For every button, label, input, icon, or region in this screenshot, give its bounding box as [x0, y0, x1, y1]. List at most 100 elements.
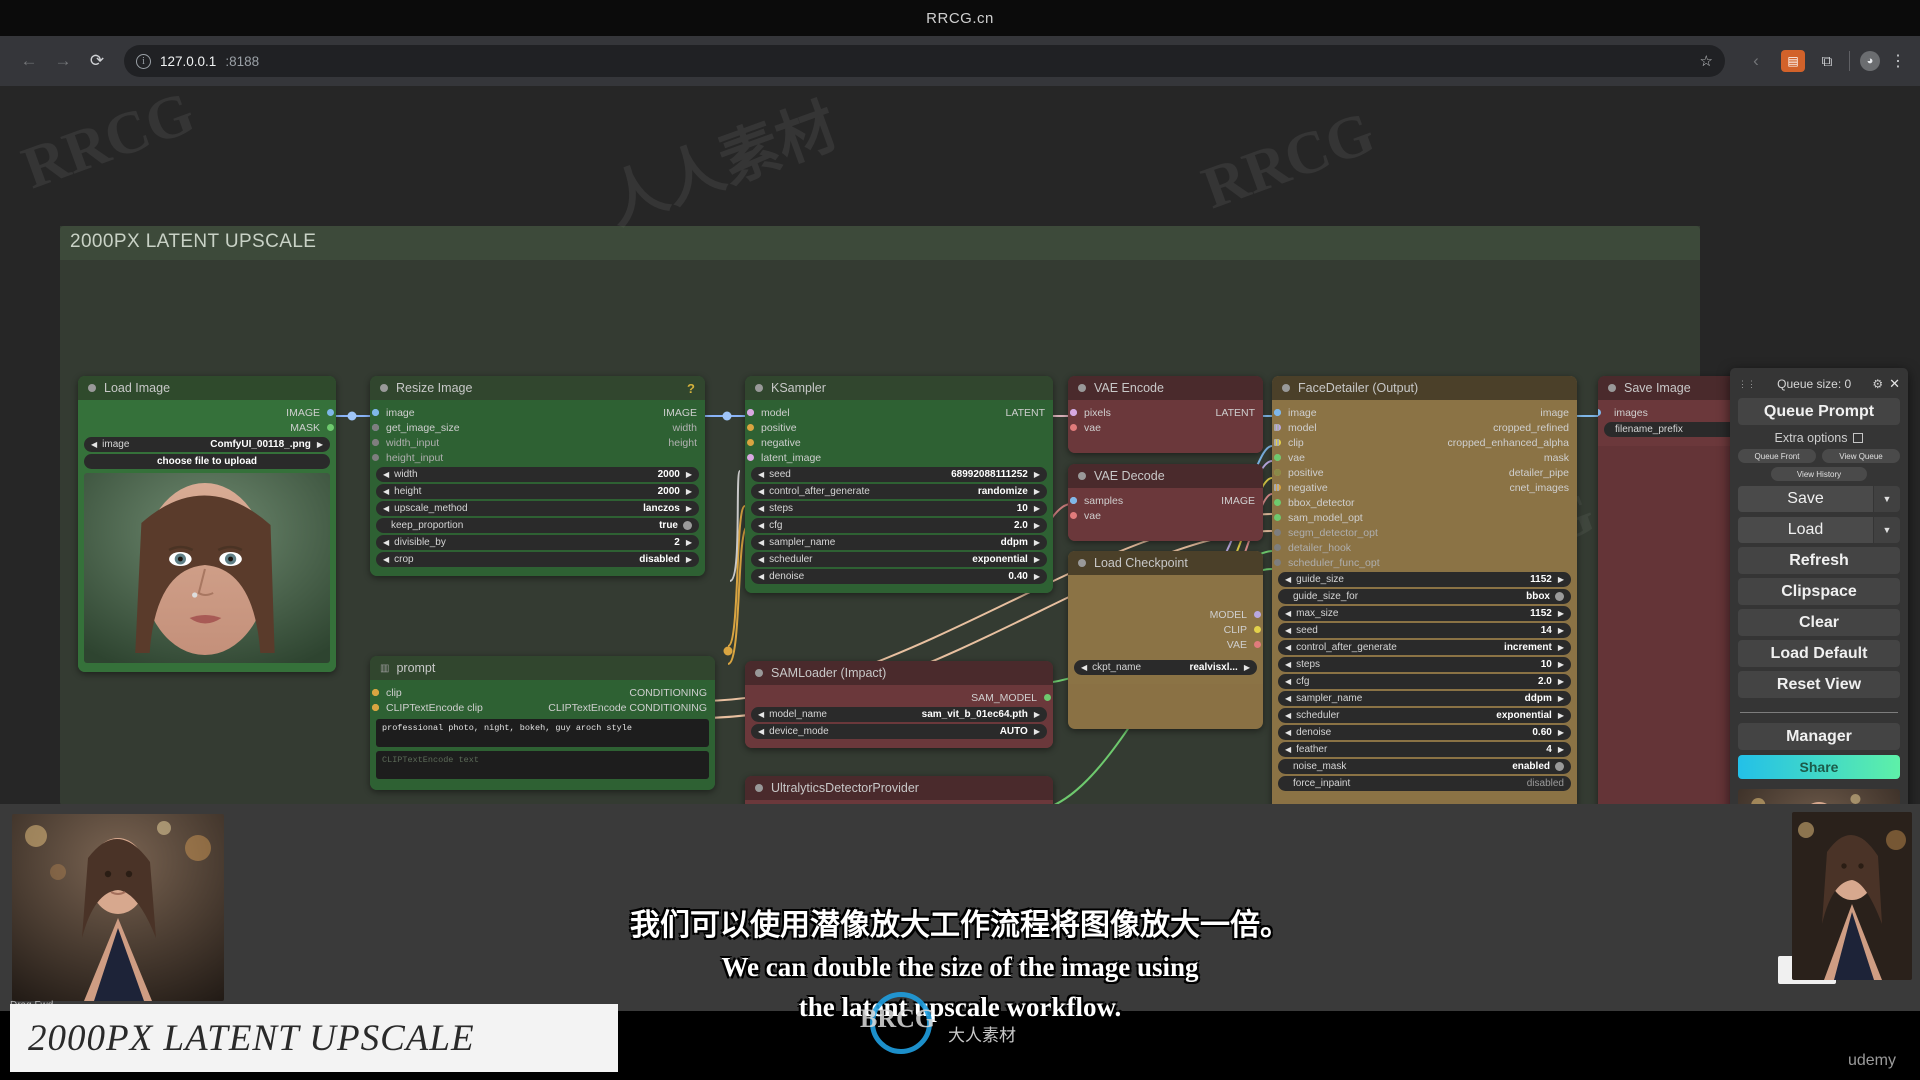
- arrow-left-icon[interactable]: ◀: [91, 440, 97, 449]
- slot-row-segm-detector-opt[interactable]: segm_detector_opt: [1272, 525, 1577, 540]
- collapse-dot-icon[interactable]: [755, 384, 763, 392]
- reset-view-button[interactable]: Reset View: [1738, 671, 1900, 698]
- refresh-button[interactable]: Refresh: [1738, 547, 1900, 574]
- arrow-right-icon[interactable]: ▶: [686, 470, 692, 479]
- arrow-left-icon[interactable]: ◀: [1285, 626, 1291, 635]
- collapse-dot-icon[interactable]: [755, 669, 763, 677]
- widget-guide-size[interactable]: ◀ guide_size 1152 ▶: [1278, 572, 1571, 587]
- drag-handle-icon[interactable]: ⋮⋮: [1738, 380, 1756, 389]
- save-split-button[interactable]: Save ▼: [1738, 486, 1900, 512]
- widget-seed[interactable]: ◀ seed 14 ▶: [1278, 623, 1571, 638]
- arrow-right-icon[interactable]: ▶: [1558, 677, 1564, 686]
- arrow-right-icon[interactable]: ▶: [1558, 609, 1564, 618]
- slot-row-positive[interactable]: positive detailer_pipe: [1272, 465, 1577, 480]
- node-prompt[interactable]: ▥ prompt clip CONDITIONING CLIPTextEncod…: [370, 656, 715, 790]
- node-header[interactable]: ▥ prompt: [370, 656, 715, 680]
- arrow-right-icon[interactable]: ▶: [1034, 521, 1040, 530]
- node-resize-image[interactable]: Resize Image ? image IMAGE get_image_siz…: [370, 376, 705, 576]
- slot-pin[interactable]: [747, 454, 754, 461]
- slot-row-width[interactable]: get_image_size width: [370, 420, 705, 435]
- view-queue-button[interactable]: View Queue: [1822, 449, 1900, 463]
- widget-force-inpaint[interactable]: force_inpaint disabled: [1278, 776, 1571, 791]
- slot-pin[interactable]: [1274, 514, 1281, 521]
- arrow-right-icon[interactable]: ▶: [1558, 694, 1564, 703]
- arrow-right-icon[interactable]: ▶: [1034, 538, 1040, 547]
- comfyui-canvas[interactable]: RRCG 人人素材 RRCG 人人 RRCG 2000PX LATENT UPS…: [0, 86, 1920, 804]
- node-header[interactable]: Resize Image ?: [370, 376, 705, 400]
- arrow-left-icon[interactable]: ◀: [1285, 745, 1291, 754]
- toggle-icon[interactable]: [1555, 762, 1564, 771]
- help-icon[interactable]: ?: [687, 381, 695, 396]
- slot-pin[interactable]: [372, 704, 379, 711]
- arrow-left-icon[interactable]: ◀: [1081, 663, 1087, 672]
- widget-control-after-generate[interactable]: ◀ control_after_generate randomize ▶: [751, 484, 1047, 499]
- slot-pin[interactable]: [1044, 694, 1051, 701]
- arrow-right-icon[interactable]: ▶: [686, 538, 692, 547]
- arrow-left-icon[interactable]: ◀: [383, 504, 389, 513]
- node-vae-decode[interactable]: VAE Decode samples IMAGE vae: [1068, 464, 1263, 541]
- slot-row-negative[interactable]: negative cnet_images: [1272, 480, 1577, 495]
- slot-pin[interactable]: [1274, 439, 1280, 446]
- arrow-right-icon[interactable]: ▶: [1558, 660, 1564, 669]
- arrow-right-icon[interactable]: ▶: [1558, 626, 1564, 635]
- widget-ckpt-name[interactable]: ◀ ckpt_name realvisxl... ▶: [1074, 660, 1257, 675]
- arrow-left-icon[interactable]: ◀: [758, 521, 764, 530]
- puzzle-icon[interactable]: ⧉: [1815, 50, 1839, 72]
- collapse-dot-icon[interactable]: [1282, 384, 1290, 392]
- load-button[interactable]: Load: [1738, 517, 1873, 543]
- collapse-dot-icon[interactable]: [1078, 559, 1086, 567]
- queue-front-button[interactable]: Queue Front: [1738, 449, 1816, 463]
- widget-upscale-method[interactable]: ◀ upscale_method lanczos ▶: [376, 501, 699, 516]
- slot-pin[interactable]: [1274, 529, 1281, 536]
- output-slot-sam-model[interactable]: SAM_MODEL: [745, 690, 1053, 705]
- node-load-image[interactable]: Load Image IMAGE MASK ◀ image ComfyUI_00…: [78, 376, 336, 672]
- slot-pin[interactable]: [372, 409, 379, 416]
- widget-steps[interactable]: ◀ steps 10 ▶: [1278, 657, 1571, 672]
- slot-pin[interactable]: [1070, 424, 1077, 431]
- slot-row-vae[interactable]: vae: [1068, 420, 1263, 435]
- widget-sampler-name[interactable]: ◀ sampler_name ddpm ▶: [751, 535, 1047, 550]
- arrow-right-icon[interactable]: ▶: [1558, 643, 1564, 652]
- arrow-left-icon[interactable]: ◀: [383, 538, 389, 547]
- slot-pin[interactable]: [327, 424, 334, 431]
- clear-button[interactable]: Clear: [1738, 609, 1900, 636]
- arrow-right-icon[interactable]: ▶: [1034, 487, 1040, 496]
- collapse-dot-icon[interactable]: [755, 784, 763, 792]
- slot-pin[interactable]: [1070, 497, 1077, 504]
- slot-pin[interactable]: [1274, 544, 1281, 551]
- widget-denoise[interactable]: ◀ denoise 0.40 ▶: [751, 569, 1047, 584]
- slot-row-vae[interactable]: vae: [1068, 508, 1263, 523]
- slot-row-latent-image[interactable]: latent_image: [745, 450, 1053, 465]
- collapse-dot-icon[interactable]: [88, 384, 96, 392]
- slot-pin[interactable]: [747, 439, 754, 446]
- node-facedetailer[interactable]: FaceDetailer (Output) image image model …: [1272, 376, 1577, 804]
- chevron-down-icon[interactable]: ▼: [1874, 486, 1900, 512]
- slot-pin[interactable]: [1274, 469, 1281, 476]
- output-slot-vae[interactable]: VAE: [1068, 637, 1263, 652]
- arrow-right-icon[interactable]: ▶: [1034, 504, 1040, 513]
- collapse-dot-icon[interactable]: [1608, 384, 1616, 392]
- negative-prompt-textarea[interactable]: CLIPTextEncode text: [376, 751, 709, 779]
- slot-pin[interactable]: [372, 689, 379, 696]
- result-thumbnail[interactable]: [12, 814, 224, 1001]
- node-header[interactable]: KSampler: [745, 376, 1053, 400]
- arrow-right-icon[interactable]: ▶: [1558, 745, 1564, 754]
- arrow-left-icon[interactable]: ◀: [758, 710, 764, 719]
- output-slot-clip[interactable]: CLIP: [1068, 622, 1263, 637]
- toggle-icon[interactable]: [1555, 592, 1564, 601]
- arrow-right-icon[interactable]: ▶: [1034, 710, 1040, 719]
- output-slot-image[interactable]: IMAGE: [78, 405, 336, 420]
- collapse-dot-icon[interactable]: [380, 384, 388, 392]
- slot-row-samples[interactable]: samples IMAGE: [1068, 493, 1263, 508]
- widget-guide-size-for[interactable]: guide_size_for bbox: [1278, 589, 1571, 604]
- slot-pin[interactable]: [747, 424, 754, 431]
- arrow-right-icon[interactable]: ▶: [1558, 728, 1564, 737]
- slot-pin[interactable]: [1070, 409, 1077, 416]
- gear-icon[interactable]: ⚙: [1872, 377, 1883, 391]
- widget-sampler-name[interactable]: ◀ sampler_name ddpm ▶: [1278, 691, 1571, 706]
- chevron-left-icon[interactable]: ‹: [1741, 46, 1771, 76]
- slot-row-scheduler-func-opt[interactable]: scheduler_func_opt: [1272, 555, 1577, 570]
- slot-pin[interactable]: [1274, 559, 1281, 566]
- arrow-right-icon[interactable]: ▶: [317, 440, 323, 449]
- slot-row-vae[interactable]: vae mask: [1272, 450, 1577, 465]
